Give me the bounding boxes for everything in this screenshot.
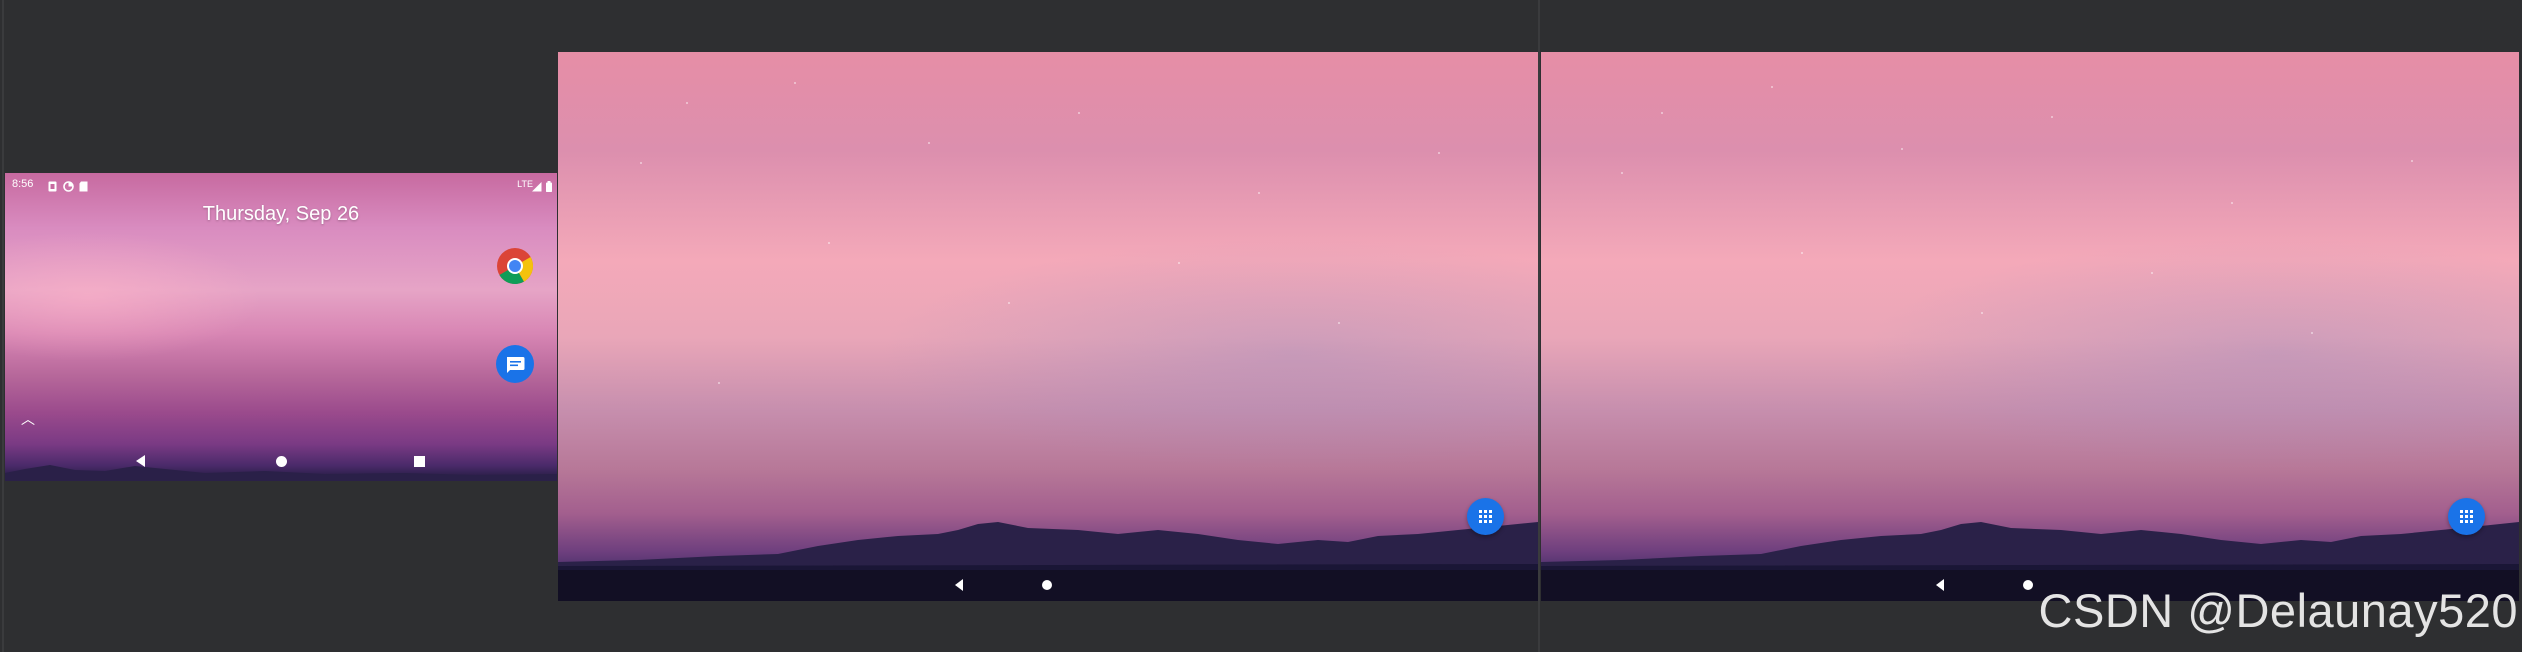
home-icon[interactable] [2023, 580, 2033, 590]
notification-icon [48, 178, 57, 192]
app-drawer-button[interactable] [1467, 498, 1504, 535]
watermark-text: CSDN @Delaunay520 [2038, 584, 2518, 637]
sd-card-icon [79, 178, 88, 192]
tablet-1-navbar [558, 570, 1538, 601]
signal-icon [532, 178, 542, 192]
star [1901, 148, 1903, 150]
star [2051, 116, 2053, 118]
star [2311, 332, 2313, 334]
chrome-icon[interactable] [496, 247, 534, 285]
star [1801, 252, 1803, 254]
home-icon[interactable] [1042, 580, 1052, 590]
screen-divider [1538, 0, 1540, 652]
star [1008, 302, 1010, 304]
status-bar: 8:56 LTE [5, 173, 557, 195]
phone-screen[interactable]: 8:56 LTE Thursday, Sep 26 ︿ [5, 173, 557, 481]
network-type-label: LTE [517, 179, 533, 189]
tablet-screen-1[interactable] [558, 52, 1538, 601]
star [1771, 86, 1773, 88]
back-icon[interactable] [1936, 579, 1944, 591]
phone-navbar [5, 441, 557, 481]
left-edge-divider [2, 0, 4, 652]
star [1621, 172, 1623, 174]
messages-icon[interactable] [496, 345, 534, 383]
star [718, 382, 720, 384]
star [686, 102, 688, 104]
star [1258, 192, 1260, 194]
star [1438, 152, 1440, 154]
star [828, 242, 830, 244]
star [928, 142, 930, 144]
star [2411, 160, 2413, 162]
star [2151, 272, 2153, 274]
app-drawer-grid-icon [2460, 510, 2473, 523]
tablet-screen-2[interactable] [1541, 52, 2519, 601]
tablet-1-mountains [558, 522, 1538, 570]
data-saver-icon [63, 178, 74, 192]
swipe-up-chevron-icon[interactable]: ︿ [21, 409, 35, 429]
star [1338, 322, 1340, 324]
back-icon[interactable] [955, 579, 963, 591]
tablet-2-mountains [1541, 522, 2519, 570]
app-drawer-grid-icon [1479, 510, 1492, 523]
status-time: 8:56 [12, 178, 34, 190]
star [1178, 262, 1180, 264]
star [794, 82, 796, 84]
star [1981, 312, 1983, 314]
battery-icon [546, 178, 552, 192]
star [640, 162, 642, 164]
home-icon[interactable] [276, 456, 287, 467]
star [2231, 202, 2233, 204]
star [1661, 112, 1663, 114]
back-icon[interactable] [136, 455, 145, 467]
lockscreen-date: Thursday, Sep 26 [202, 203, 360, 225]
star [1078, 112, 1080, 114]
recents-icon[interactable] [414, 456, 425, 467]
app-drawer-button[interactable] [2448, 498, 2485, 535]
